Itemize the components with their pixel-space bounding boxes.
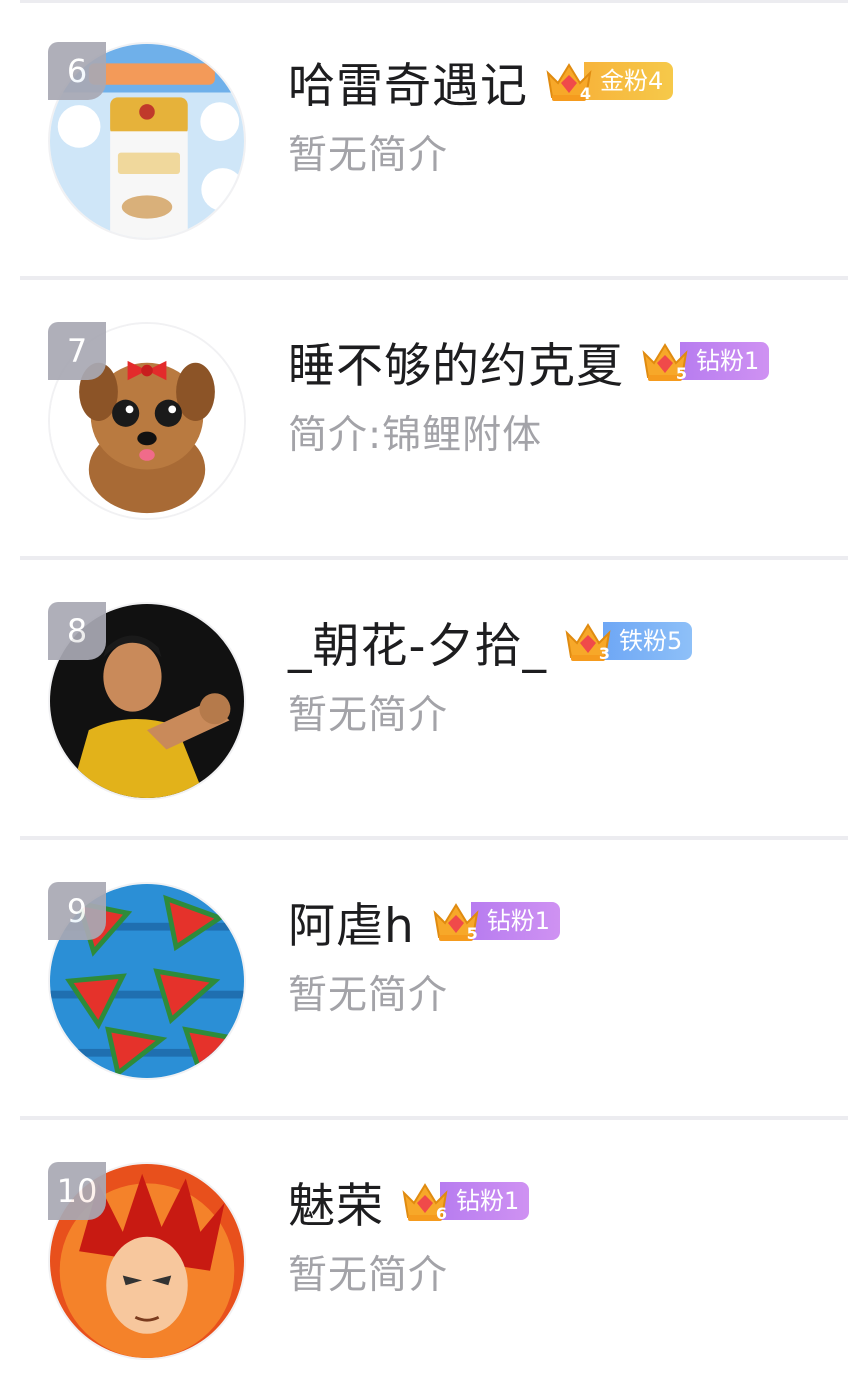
fan-level-badge[interactable]: 4 金粉4 [544,57,674,105]
list-item[interactable]: 9 阿虐h 5 钻粉1 暂无简介 [0,840,848,1120]
fan-level-badge[interactable]: 5 钻粉1 [431,897,561,945]
avatar-container[interactable]: 9 [48,882,246,1080]
badge-label: 铁粉5 [602,622,693,660]
list-item[interactable]: 8 _朝花-夕拾_ 3 铁粉5 暂无简介 [0,560,848,840]
fan-level-badge[interactable]: 5 钻粉1 [640,337,770,385]
badge-label: 钻粉1 [440,1182,530,1220]
user-name[interactable]: 睡不够的约克夏 [288,327,624,396]
user-name[interactable]: _朝花-夕拾_ [288,607,547,676]
avatar-container[interactable]: 8 [48,602,246,800]
rank-badge: 7 [48,322,106,380]
fan-level-badge[interactable]: 6 钻粉1 [400,1177,530,1225]
user-bio: 暂无简介 [288,133,449,178]
name-line: 魅荣 6 钻粉1 [288,1167,530,1236]
user-bio: 简介:锦鲤附体 [288,413,543,458]
user-name[interactable]: 魅荣 [288,1167,384,1236]
avatar-container[interactable]: 7 [48,322,246,520]
rank-badge: 10 [48,1162,106,1220]
avatar-container[interactable]: 6 [48,42,246,240]
list-item[interactable]: 10 魅荣 6 钻粉1 暂无简介 [0,1120,848,1392]
user-name[interactable]: 哈雷奇遇记 [288,47,528,116]
badge-label: 钻粉1 [680,342,770,380]
fan-ranking-list: 6 哈雷奇遇记 4 金粉4 暂无简介 7 睡不够的约克夏 5 钻粉1 简介:锦鲤… [0,0,848,1392]
badge-label: 金粉4 [584,62,674,100]
fan-level-badge[interactable]: 3 铁粉5 [563,617,693,665]
crown-icon: 5 [640,337,690,385]
name-line: _朝花-夕拾_ 3 铁粉5 [288,607,693,676]
crown-icon: 6 [400,1177,450,1225]
user-bio: 暂无简介 [288,693,449,738]
name-line: 睡不够的约克夏 5 钻粉1 [288,327,770,396]
rank-badge: 6 [48,42,106,100]
rank-badge: 9 [48,882,106,940]
user-bio: 暂无简介 [288,973,449,1018]
list-item[interactable]: 6 哈雷奇遇记 4 金粉4 暂无简介 [0,0,848,280]
list-item[interactable]: 7 睡不够的约克夏 5 钻粉1 简介:锦鲤附体 [0,280,848,560]
name-line: 阿虐h 5 钻粉1 [288,887,561,956]
user-bio: 暂无简介 [288,1253,449,1298]
crown-icon: 5 [431,897,481,945]
name-line: 哈雷奇遇记 4 金粉4 [288,47,674,116]
crown-icon: 4 [544,57,594,105]
avatar-container[interactable]: 10 [48,1162,246,1360]
user-name[interactable]: 阿虐h [288,887,415,956]
crown-icon: 3 [563,617,613,665]
rank-badge: 8 [48,602,106,660]
badge-label: 钻粉1 [470,902,561,940]
